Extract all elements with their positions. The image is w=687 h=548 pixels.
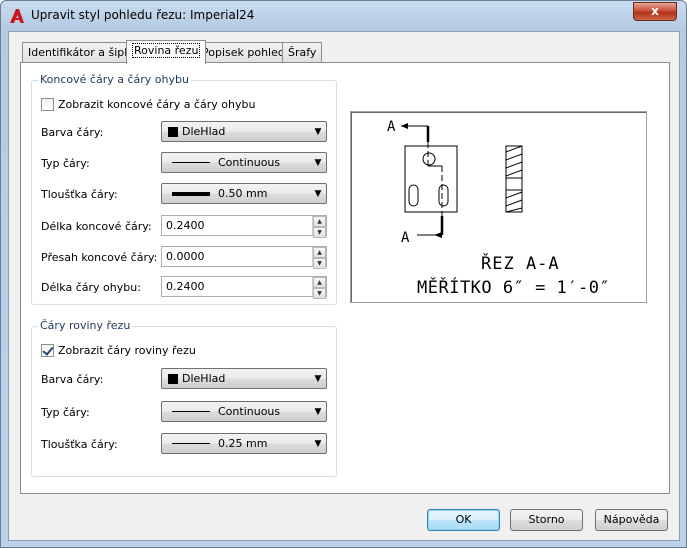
ok-button[interactable]: OK xyxy=(427,509,500,531)
chevron-down-icon: ▼ xyxy=(314,373,322,384)
show-plane-lines-label: Zobrazit čáry roviny řezu xyxy=(58,344,196,357)
tab-cutting-plane[interactable]: Rovina řezu xyxy=(126,40,207,64)
tab-identifier-arrows[interactable]: Identifikátor a šipky xyxy=(22,42,143,63)
preview-caption-2: MĚŘÍTKO 6″ = 1′-0″ xyxy=(417,276,610,298)
preview-drawing: A A ŘEZ A-A MĚŘÍTKO 6″ = 1′-0″ xyxy=(387,119,610,298)
plane-weight-label: Tloušťka čáry: xyxy=(41,438,118,451)
end-length-spinner[interactable]: 0.2400 ▲ ▼ xyxy=(161,215,327,238)
end-lines-group-title: Koncové čáry a čáry ohybu xyxy=(38,73,191,86)
chevron-down-icon: ▼ xyxy=(314,126,322,137)
show-end-lines-checkbox-row[interactable]: Zobrazit koncové čáry a čáry ohybu xyxy=(41,98,255,111)
spin-down-icon[interactable]: ▼ xyxy=(313,288,326,299)
end-linetype-select[interactable]: Continuous ▼ xyxy=(161,152,327,173)
chevron-down-icon: ▼ xyxy=(314,157,322,168)
end-weight-label: Tloušťka čáry: xyxy=(41,188,118,201)
spin-up-icon[interactable]: ▲ xyxy=(313,277,326,288)
end-length-label: Délka koncové čáry: xyxy=(41,220,152,233)
preview-caption-1: ŘEZ A-A xyxy=(481,252,560,274)
lineweight-preview xyxy=(172,443,210,444)
color-swatch xyxy=(168,126,178,137)
arrow-label-bottom: A xyxy=(401,230,410,246)
overshoot-label: Přesah koncové čáry: xyxy=(41,251,158,264)
end-lines-group: Koncové čáry a čáry ohybu Zobrazit konco… xyxy=(31,73,337,305)
end-color-select[interactable]: DleHlad ▼ xyxy=(161,121,327,142)
plane-lines-group-title: Čáry roviny řezu xyxy=(38,319,133,332)
show-plane-lines-checkbox-row[interactable]: Zobrazit čáry roviny řezu xyxy=(41,344,196,357)
chevron-down-icon: ▼ xyxy=(314,438,322,449)
end-weight-select[interactable]: 0.50 mm ▼ xyxy=(161,183,327,204)
show-end-lines-checkbox[interactable] xyxy=(41,98,54,111)
spin-up-icon[interactable]: ▲ xyxy=(313,247,326,258)
linetype-preview xyxy=(172,411,210,412)
window-title: Upravit styl pohledu řezu: Imperial24 xyxy=(31,8,255,22)
bend-length-spinner[interactable]: 0.2400 ▲ ▼ xyxy=(161,276,327,299)
chevron-down-icon: ▼ xyxy=(314,406,322,417)
overshoot-spinner[interactable]: 0.0000 ▲ ▼ xyxy=(161,246,327,269)
title-bar[interactable]: Upravit styl pohledu řezu: Imperial24 x xyxy=(1,1,686,31)
close-button[interactable]: x xyxy=(633,2,677,21)
overshoot-input[interactable]: 0.0000 xyxy=(166,250,312,263)
plane-linetype-label: Typ čáry: xyxy=(41,406,90,419)
dialog-window: Upravit styl pohledu řezu: Imperial24 x … xyxy=(0,0,687,548)
bend-length-input[interactable]: 0.2400 xyxy=(166,280,312,293)
dialog-client: Identifikátor a šipky Rovina řezu Popise… xyxy=(8,31,680,541)
tab-hatch[interactable]: Šrafy xyxy=(282,42,323,63)
plane-linetype-select[interactable]: Continuous ▼ xyxy=(161,401,327,422)
show-plane-lines-checkbox[interactable] xyxy=(41,344,54,357)
spin-up-icon[interactable]: ▲ xyxy=(313,216,326,227)
color-swatch xyxy=(168,373,178,384)
chevron-down-icon: ▼ xyxy=(314,188,322,199)
lineweight-preview xyxy=(172,191,210,196)
spin-down-icon[interactable]: ▼ xyxy=(313,258,326,269)
arrow-label-top: A xyxy=(387,119,396,135)
cancel-button[interactable]: Storno xyxy=(510,509,583,531)
autocad-logo-icon xyxy=(10,9,24,23)
plane-color-select[interactable]: DleHlad ▼ xyxy=(161,368,327,389)
spin-down-icon[interactable]: ▼ xyxy=(313,227,326,238)
show-end-lines-label: Zobrazit koncové čáry a čáry ohybu xyxy=(58,98,256,111)
end-length-input[interactable]: 0.2400 xyxy=(166,219,312,232)
plane-weight-select[interactable]: 0.25 mm ▼ xyxy=(161,433,327,454)
plane-lines-group: Čáry roviny řezu Zobrazit čáry roviny ře… xyxy=(31,319,337,477)
plane-color-label: Barva čáry: xyxy=(41,373,104,386)
linetype-preview xyxy=(172,162,210,163)
close-icon: x xyxy=(651,4,659,18)
end-linetype-label: Typ čáry: xyxy=(41,157,90,170)
end-color-label: Barva čáry: xyxy=(41,126,104,139)
section-preview: A A ŘEZ A-A MĚŘÍTKO 6″ = 1′-0″ xyxy=(350,111,647,303)
bend-length-label: Délka čáry ohybu: xyxy=(41,281,141,294)
tab-panel: Koncové čáry a čáry ohybu Zobrazit konco… xyxy=(20,62,670,494)
help-button[interactable]: Nápověda xyxy=(595,509,668,531)
